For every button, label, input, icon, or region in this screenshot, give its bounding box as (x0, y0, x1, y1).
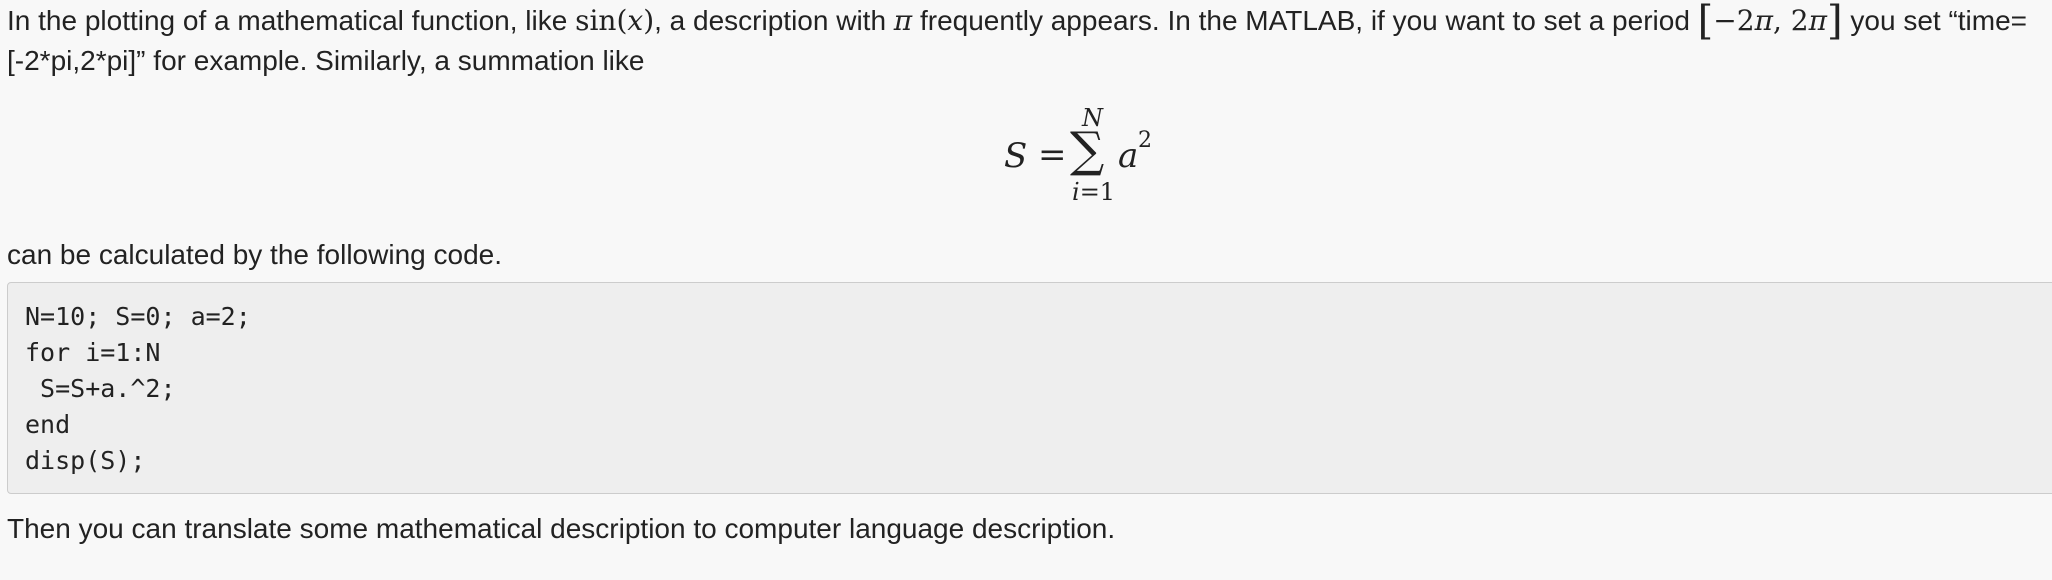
intro-text-2: , a description with (654, 5, 894, 36)
document-page: In the plotting of a mathematical functi… (0, 0, 2052, 580)
code-line: end (25, 410, 71, 439)
intro-line-2: [-2*pi,2*pi]” for example. Similarly, a … (7, 45, 645, 76)
code-line: disp(S); (25, 446, 146, 475)
intro-text-1: In the plotting of a mathematical functi… (7, 5, 576, 36)
sum-lower-limit: i=1 (1072, 178, 1116, 206)
summation-equation: S = N ∑ i=1 a 2 (1000, 104, 1160, 208)
code-line: N=10; S=0; a=2; (25, 302, 251, 331)
equation-lhs: S (1004, 136, 1028, 176)
intro-line-1: In the plotting of a mathematical functi… (7, 0, 2027, 42)
sum-term-exponent: 2 (1138, 128, 1152, 153)
math-sin-x: sin(x) (575, 4, 655, 37)
intro-text-3: frequently appears. In the MATLAB, if yo… (912, 5, 1698, 36)
code-line: for i=1:N (25, 338, 161, 367)
intro-text-4: you set “time= (1842, 5, 2028, 36)
code-block: N=10; S=0; a=2; for i=1:N S=S+a.^2; end … (7, 282, 2052, 494)
math-period-interval: [−2π, 2π] (1697, 0, 1843, 44)
closing-text: Then you can translate some mathematical… (7, 513, 1116, 544)
code-line: S=S+a.^2; (25, 374, 176, 403)
equation-equals: = (1038, 135, 1067, 175)
sum-term: a (1118, 136, 1139, 176)
after-equation-text: can be calculated by the following code. (7, 239, 502, 270)
sigma-symbol: ∑ (1070, 122, 1105, 178)
math-pi: π (893, 4, 913, 37)
